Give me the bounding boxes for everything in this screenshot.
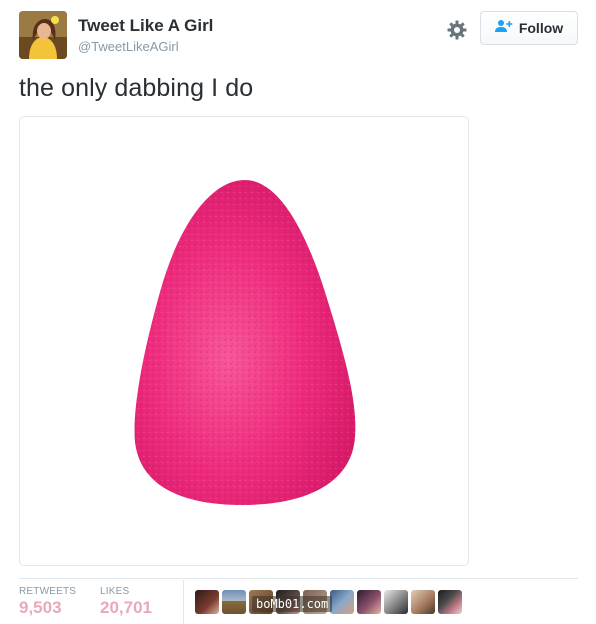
add-user-icon [494,19,513,38]
likes-label: LIKES [100,586,130,597]
avatar[interactable] [19,11,67,59]
display-name[interactable]: Tweet Like A Girl [78,16,213,36]
watermark: boMb01.com [252,596,333,612]
gear-icon[interactable] [446,19,468,41]
tweet-text: the only dabbing I do [19,74,254,102]
liker-avatar[interactable] [411,590,435,614]
liker-avatar[interactable] [330,590,354,614]
beauty-sponge-image [134,180,356,505]
follow-button[interactable]: Follow [480,11,578,45]
follow-label: Follow [518,20,564,36]
stats-separator [183,580,184,624]
tweet-card: Tweet Like A Girl @TweetLikeAGirl Follow… [0,0,596,624]
user-handle[interactable]: @TweetLikeAGirl [78,39,179,54]
stats-divider [19,578,578,579]
tweet-photo[interactable] [19,116,469,566]
likes-count[interactable]: 20,701 [100,598,152,618]
liker-avatar[interactable] [384,590,408,614]
retweets-count[interactable]: 9,503 [19,598,62,618]
liker-avatar[interactable] [438,590,462,614]
liker-avatar[interactable] [357,590,381,614]
liker-avatar[interactable] [195,590,219,614]
liker-avatar[interactable] [222,590,246,614]
retweets-label: RETWEETS [19,586,77,597]
